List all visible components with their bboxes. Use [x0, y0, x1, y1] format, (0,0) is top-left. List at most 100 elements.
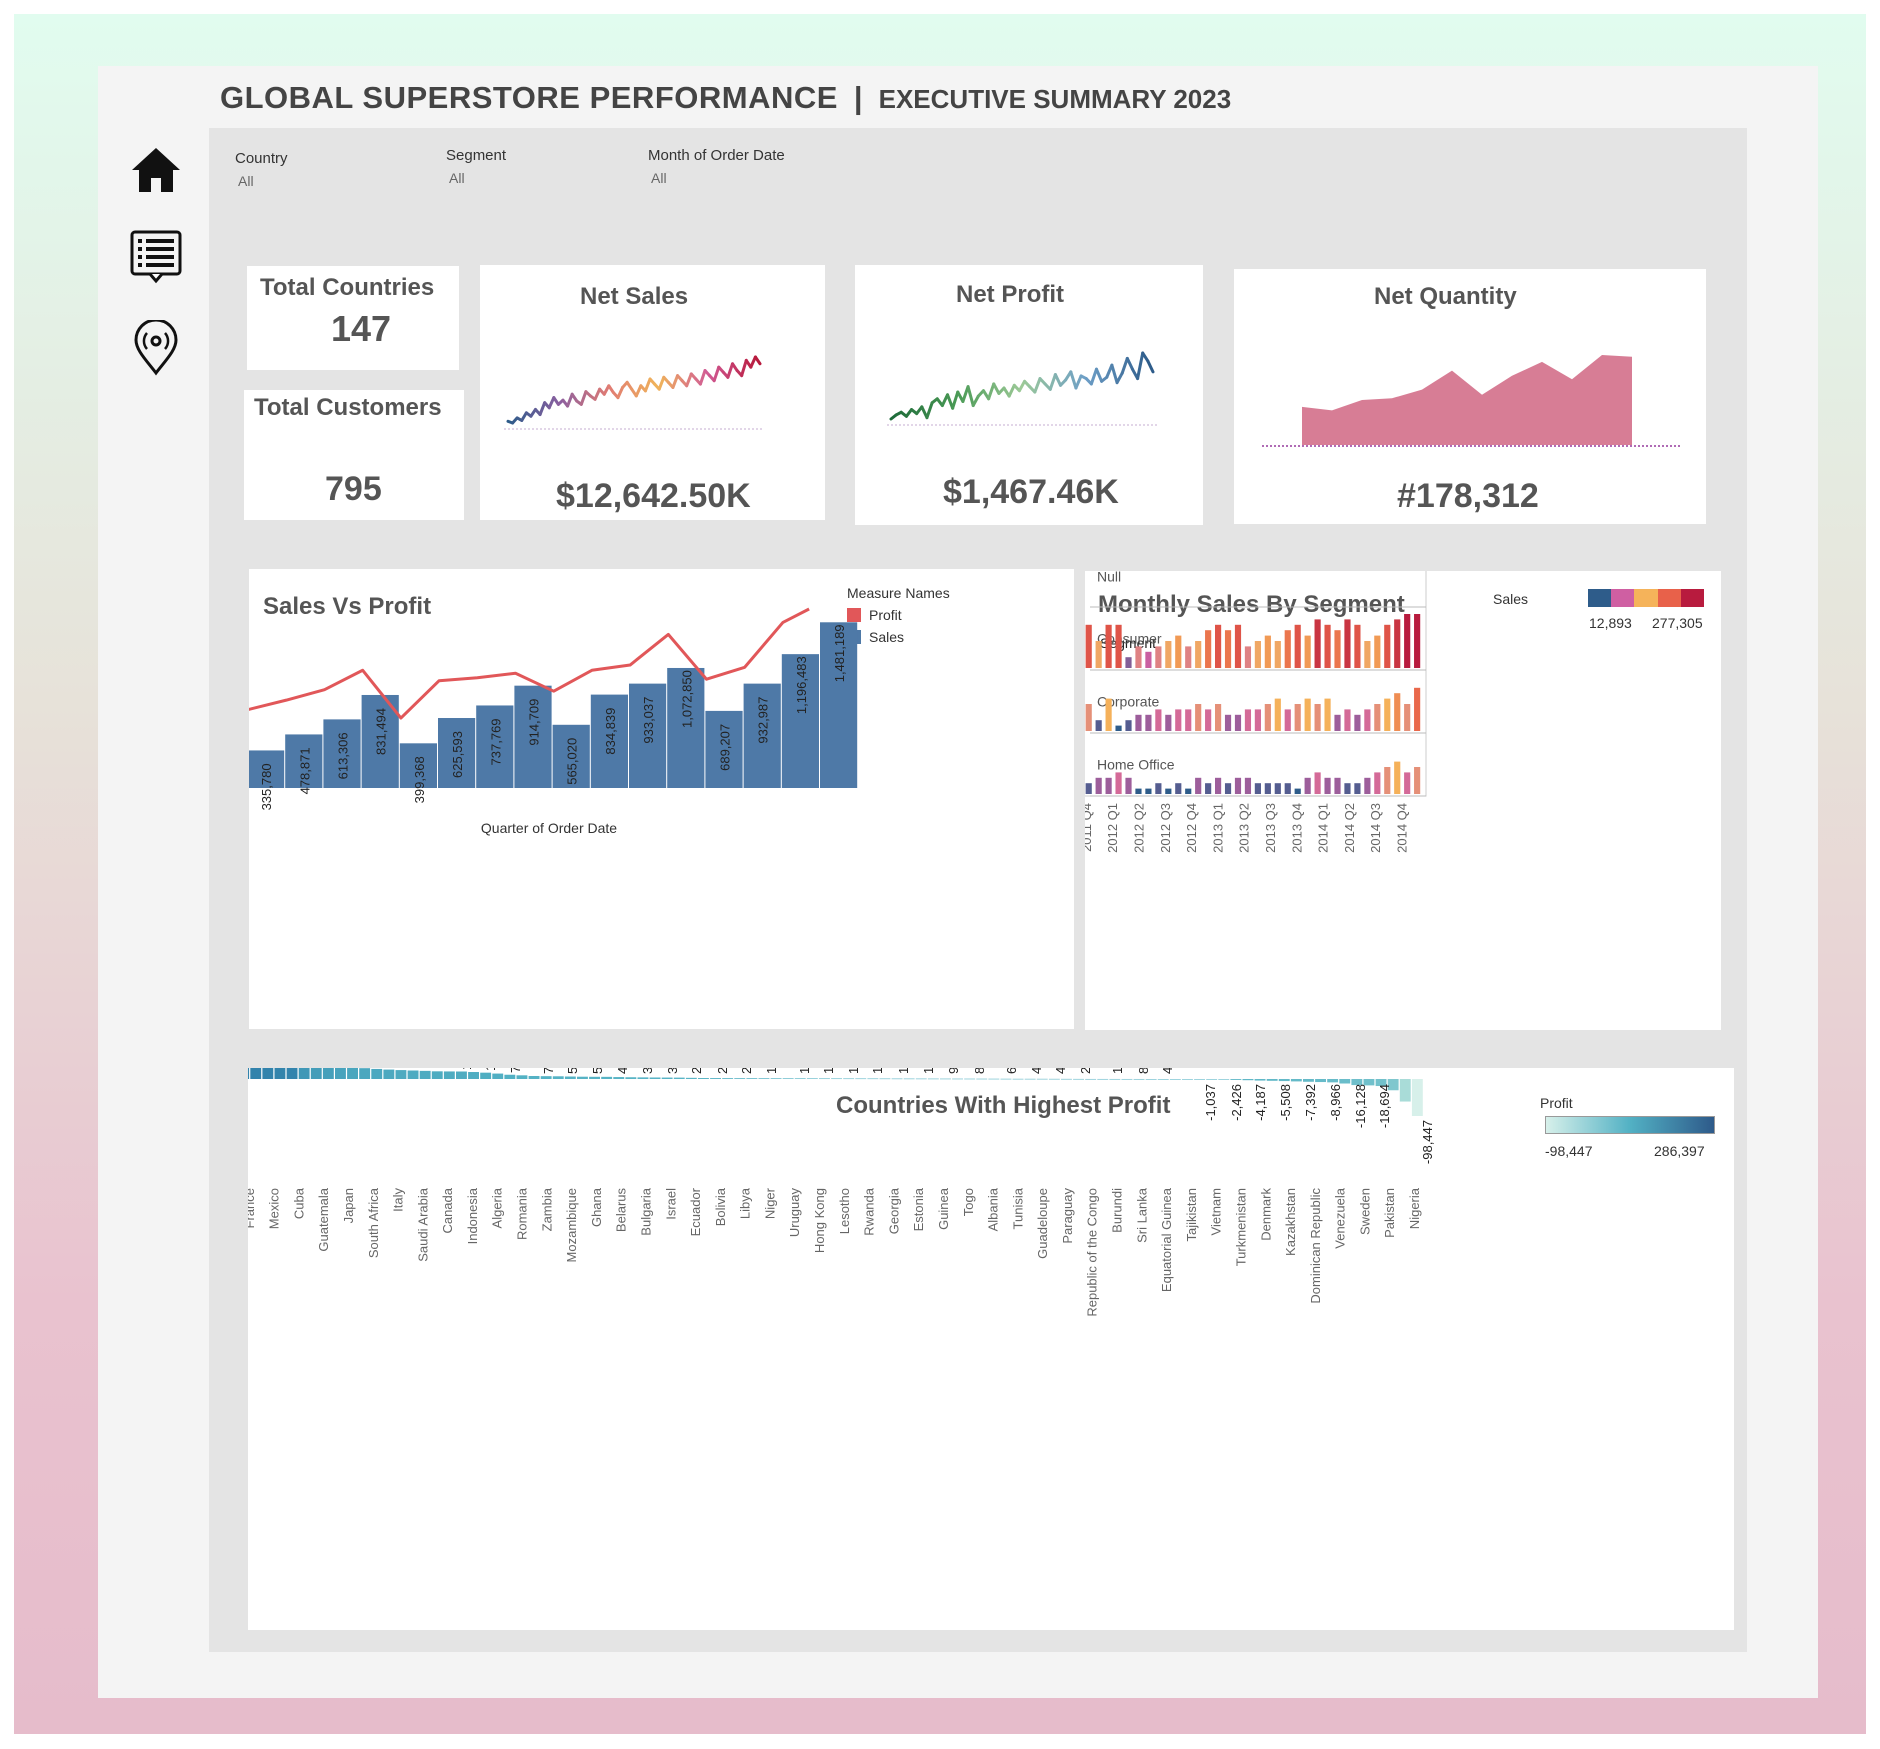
sales-data-label: 1,196,483 — [794, 656, 809, 714]
total-countries-card: Total Countries 147 — [247, 266, 459, 370]
segment-bar — [1354, 624, 1361, 668]
segment-bar — [1304, 635, 1311, 668]
segment-bar — [1155, 783, 1162, 794]
segment-x-tick: 2012 Q4 — [1184, 803, 1199, 853]
segment-x-tick: 2013 Q3 — [1263, 803, 1278, 853]
country-value-label: 1,506 — [821, 1068, 836, 1074]
country-profit-bar — [601, 1076, 613, 1079]
country-profit-bar — [625, 1077, 637, 1079]
country-profit-bar — [248, 1068, 250, 1079]
country-profit-bar — [843, 1078, 855, 1080]
countries-profit-chart: 286,397102,81827,94524,32821,93719,82919… — [248, 1068, 1435, 1317]
country-name-label: Bolivia — [713, 1187, 728, 1226]
filter-segment[interactable]: Segment All — [446, 147, 506, 186]
country-profit-bar — [698, 1078, 709, 1079]
country-profit-bar — [964, 1078, 976, 1080]
country-profit-bar — [1109, 1078, 1121, 1080]
total-customers-card: Total Customers 795 — [244, 390, 464, 520]
home-icon[interactable] — [128, 142, 184, 198]
segment-bar — [1095, 777, 1102, 794]
segment-bar — [1344, 709, 1351, 731]
map-pin-icon[interactable] — [128, 320, 184, 376]
country-profit-bar — [1036, 1078, 1048, 1080]
segment-bar — [1264, 704, 1271, 731]
country-name-label: Sweden — [1357, 1188, 1372, 1235]
segment-bar — [1215, 624, 1222, 668]
sparkline-segment — [1007, 383, 1016, 398]
country-profit-bar — [806, 1078, 818, 1079]
segment-bar — [1264, 635, 1271, 668]
country-name-label: Niger — [762, 1187, 777, 1219]
country-name-label: Romania — [515, 1187, 530, 1240]
country-profit-bar — [1085, 1078, 1097, 1080]
sales-data-label: 335,780 — [259, 763, 274, 810]
net-quantity-area — [1262, 355, 1682, 447]
country-profit-bar — [1000, 1078, 1012, 1080]
country-name-label: Tunisia — [1010, 1187, 1025, 1229]
segment-bar — [1414, 614, 1421, 668]
monthly-sales-segment-panel: Monthly Sales By Segment Sales 12,893 27… — [1085, 571, 1721, 1030]
country-profit-bar — [1206, 1079, 1218, 1080]
segment-bar — [1394, 619, 1401, 668]
segment-bar — [1155, 646, 1162, 668]
segment-row-label: Home Office — [1097, 757, 1175, 773]
filter-country[interactable]: Country All — [235, 150, 288, 189]
filter-month[interactable]: Month of Order Date All — [648, 147, 785, 186]
country-value-label: 7,744 — [508, 1068, 523, 1073]
country-name-label: Ghana — [589, 1187, 604, 1227]
sales-data-label: 625,593 — [450, 731, 465, 778]
country-profit-bar — [480, 1072, 492, 1079]
segment-x-tick: 2014 Q3 — [1368, 803, 1383, 853]
sparkline-segment — [579, 390, 588, 406]
country-profit-bar — [419, 1070, 431, 1079]
country-value-label: 3,559 — [665, 1068, 680, 1074]
segment-bar — [1334, 714, 1341, 731]
country-profit-bar — [952, 1078, 963, 1080]
country-profit-bar — [492, 1073, 504, 1079]
segment-x-tick: 2013 Q4 — [1289, 803, 1304, 853]
segment-x-tick: 2014 Q4 — [1395, 803, 1410, 853]
segment-bar — [1244, 709, 1252, 731]
segment-bar — [1145, 788, 1152, 794]
country-name-label: Ecuador — [688, 1187, 703, 1236]
total-customers-value: 795 — [325, 470, 382, 508]
segment-row-label: Null — [1097, 571, 1121, 585]
list-icon[interactable] — [128, 228, 184, 284]
country-profit-bar — [335, 1068, 346, 1079]
country-profit-bar — [722, 1078, 734, 1079]
segment-x-tick: 2012 Q1 — [1105, 803, 1120, 853]
segment-bar — [1364, 709, 1371, 731]
country-profit-bar — [1097, 1078, 1109, 1080]
segment-bar — [1384, 698, 1391, 731]
country-profit-bar — [1073, 1078, 1084, 1080]
sparkline-segment — [566, 392, 574, 408]
sales-data-label: 1,481,189 — [832, 624, 847, 682]
sales-data-label: 933,037 — [641, 697, 656, 744]
segment-x-tick: 2013 Q2 — [1237, 803, 1252, 853]
sparkline-segment — [992, 382, 1001, 395]
country-value-label: 1,820 — [764, 1068, 779, 1074]
sparkline-segment — [616, 385, 625, 400]
total-countries-label: Total Countries — [260, 274, 435, 301]
country-profit-bar — [443, 1071, 455, 1079]
segment-bar — [1195, 641, 1202, 668]
country-name-label: Kazakhstan — [1283, 1188, 1298, 1256]
country-profit-bar — [1339, 1079, 1351, 1084]
filter-month-value[interactable]: All — [651, 170, 785, 186]
country-profit-bar — [564, 1076, 576, 1079]
sales-data-label: 932,987 — [756, 697, 771, 744]
country-profit-bar — [891, 1078, 903, 1080]
segment-x-tick: 2011 Q4 — [1085, 803, 1094, 852]
segment-bar — [1165, 641, 1172, 668]
country-profit-bar — [988, 1078, 1000, 1080]
country-name-label: Mozambique — [564, 1188, 579, 1262]
sparkline-segment — [657, 375, 666, 391]
sales-data-label: 565,020 — [565, 738, 580, 785]
country-profit-bar — [685, 1077, 697, 1079]
filter-segment-value[interactable]: All — [449, 170, 506, 186]
filter-country-value[interactable]: All — [238, 173, 288, 189]
country-name-label: Zambia — [539, 1187, 554, 1231]
segment-bar — [1205, 709, 1212, 731]
country-name-label: South Africa — [366, 1187, 381, 1258]
country-profit-bar — [1399, 1079, 1411, 1102]
